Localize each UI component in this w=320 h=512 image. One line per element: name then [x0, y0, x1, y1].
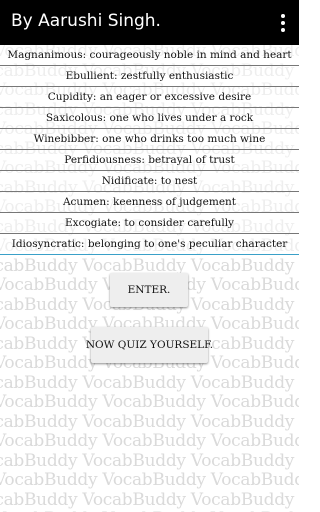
- overflow-dot: [281, 14, 285, 18]
- list-item[interactable]: Ebullient: zestfully enthusiastic: [0, 66, 299, 87]
- list-item[interactable]: Perfidiousness: betrayal of trust: [0, 150, 299, 171]
- list-item[interactable]: Excogiate: to consider carefully: [0, 213, 299, 234]
- overflow-dot: [281, 28, 285, 32]
- app-title: By Aarushi Singh.: [11, 11, 161, 31]
- app-bar: By Aarushi Singh.: [0, 0, 299, 45]
- overflow-dot: [281, 21, 285, 25]
- quiz-yourself-button[interactable]: NOW QUIZ YOURSELF.: [86, 327, 213, 363]
- list-item[interactable]: Acumen: keenness of judgement: [0, 192, 299, 213]
- list-item[interactable]: Idiosyncratic: belonging to one's peculi…: [0, 234, 299, 255]
- watermark-row: VocabBuddy VocabBuddy VocabBuddy VocabBu…: [0, 392, 299, 412]
- enter-button[interactable]: ENTER.: [110, 273, 188, 307]
- watermark-row: VocabBuddy VocabBuddy VocabBuddy VocabBu…: [0, 489, 299, 510]
- word-list: Magnanimous: courageously noble in mind …: [0, 45, 299, 255]
- watermark-row: VocabBuddy VocabBuddy VocabBuddy VocabBu…: [0, 372, 299, 393]
- watermark-row: VocabBuddy VocabBuddy VocabBuddy VocabBu…: [0, 470, 299, 490]
- overflow-menu-icon[interactable]: [280, 14, 286, 32]
- watermark-row: VocabBuddy VocabBuddy VocabBuddy VocabBu…: [0, 450, 299, 471]
- list-item[interactable]: Cupidity: an eager or excessive desire: [0, 87, 299, 108]
- watermark-row: VocabBuddy VocabBuddy VocabBuddy VocabBu…: [0, 411, 299, 432]
- list-item[interactable]: Winebibber: one who drinks too much wine: [0, 129, 299, 150]
- watermark-row: VocabBuddy VocabBuddy VocabBuddy VocabBu…: [0, 431, 299, 451]
- list-item[interactable]: Nidificate: to nest: [0, 171, 299, 192]
- list-item[interactable]: Magnanimous: courageously noble in mind …: [0, 45, 299, 66]
- list-item[interactable]: Saxicolous: one who lives under a rock: [0, 108, 299, 129]
